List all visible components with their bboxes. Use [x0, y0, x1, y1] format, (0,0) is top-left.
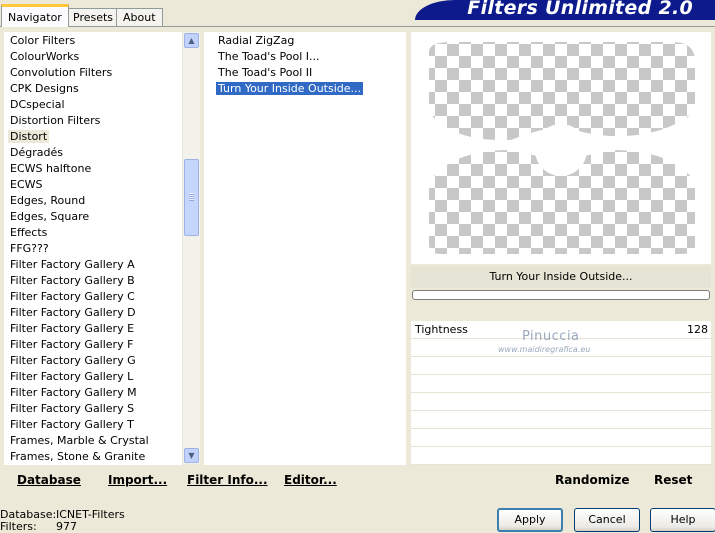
category-item[interactable]: Filter Factory Gallery L: [4, 369, 182, 385]
category-list[interactable]: Color Filters ColourWorks Convolution Filt…: [4, 32, 182, 465]
category-label: Effects: [10, 226, 48, 239]
filter-label: Radial ZigZag: [218, 34, 295, 47]
category-item[interactable]: ColourWorks: [4, 49, 182, 65]
category-item[interactable]: Frames, Stone & Granite: [4, 449, 182, 465]
filter-label: The Toad's Pool II: [218, 66, 313, 79]
category-item[interactable]: Filter Factory Gallery M: [4, 385, 182, 401]
category-item[interactable]: FFG???: [4, 241, 182, 257]
param-value[interactable]: 128: [687, 321, 708, 338]
apply-button[interactable]: Apply: [497, 508, 563, 532]
progress-bar: [412, 290, 710, 300]
param-row-empty: [411, 447, 711, 465]
category-item[interactable]: Filter Factory Gallery B: [4, 273, 182, 289]
category-label: Filter Factory Gallery G: [10, 354, 136, 367]
category-item[interactable]: Filter Factory Gallery C: [4, 289, 182, 305]
category-label: Filter Factory Gallery E: [10, 322, 135, 335]
filter-label: Turn Your Inside Outside...: [214, 81, 365, 96]
category-label: Frames, Stone & Granite: [10, 450, 146, 463]
category-item[interactable]: Filter Factory Gallery F: [4, 337, 182, 353]
category-label: Filter Factory Gallery S: [10, 402, 135, 415]
filters-count-label: Filters:: [0, 520, 37, 533]
param-row-empty: [411, 429, 711, 447]
cancel-button[interactable]: Cancel: [574, 508, 640, 532]
category-label: Filter Factory Gallery T: [10, 418, 134, 431]
tab-navigator[interactable]: Navigator: [1, 4, 69, 27]
param-label: Tightness: [415, 323, 468, 336]
scroll-down-button[interactable]: ▼: [184, 448, 199, 463]
category-label: ECWS halftone: [10, 162, 92, 175]
category-item[interactable]: Edges, Round: [4, 193, 182, 209]
filters-count-value: 977: [56, 520, 77, 533]
category-item[interactable]: Distort: [4, 129, 182, 145]
help-button[interactable]: Help: [650, 508, 715, 532]
scroll-up-button[interactable]: ▲: [184, 33, 199, 48]
import-button[interactable]: Import...: [108, 473, 167, 487]
scroll-thumb[interactable]: [184, 159, 199, 236]
category-item[interactable]: Filter Factory Gallery D: [4, 305, 182, 321]
filter-item[interactable]: Turn Your Inside Outside...: [204, 81, 406, 97]
category-label: Filter Factory Gallery M: [10, 386, 137, 399]
category-item[interactable]: Frames, Marble & Crystal: [4, 433, 182, 449]
category-item[interactable]: CPK Designs: [4, 81, 182, 97]
title-banner: Filters Unlimited 2.0: [415, 0, 715, 20]
category-label: Frames, Marble & Crystal: [10, 434, 149, 447]
category-item[interactable]: Filter Factory Gallery E: [4, 321, 182, 337]
preview-image: [411, 32, 711, 264]
category-label: Distortion Filters: [10, 114, 101, 127]
category-label: Edges, Square: [10, 210, 90, 223]
category-item[interactable]: Dégradés: [4, 145, 182, 161]
database-button[interactable]: Database: [17, 473, 81, 487]
category-item[interactable]: ECWS: [4, 177, 182, 193]
param-row-empty: [411, 393, 711, 411]
category-label: Filter Factory Gallery F: [10, 338, 134, 351]
category-label: Filter Factory Gallery L: [10, 370, 134, 383]
tab-presets[interactable]: Presets: [66, 8, 121, 26]
reset-button[interactable]: Reset: [654, 473, 692, 487]
param-row-empty: [411, 375, 711, 393]
category-label: Filter Factory Gallery A: [10, 258, 135, 271]
category-label: ColourWorks: [10, 50, 80, 63]
category-label: Color Filters: [10, 34, 76, 47]
category-item[interactable]: Distortion Filters: [4, 113, 182, 129]
category-item[interactable]: Convolution Filters: [4, 65, 182, 81]
banner-title: Filters Unlimited 2.0: [467, 0, 693, 19]
category-label: Filter Factory Gallery D: [10, 306, 136, 319]
category-item[interactable]: Filter Factory Gallery G: [4, 353, 182, 369]
watermark-name: Pinuccia: [522, 329, 580, 344]
category-label: Filter Factory Gallery B: [10, 274, 135, 287]
category-item[interactable]: Filter Factory Gallery S: [4, 401, 182, 417]
filter-info-button[interactable]: Filter Info...: [187, 473, 268, 487]
selected-filter-title: Turn Your Inside Outside...: [411, 266, 711, 288]
category-item[interactable]: Effects: [4, 225, 182, 241]
filter-item[interactable]: The Toad's Pool II: [204, 65, 406, 81]
category-item[interactable]: Filter Factory Gallery A: [4, 257, 182, 273]
category-item[interactable]: Color Filters: [4, 33, 182, 49]
category-scrollbar[interactable]: ▲ ▼: [182, 32, 200, 464]
category-item[interactable]: Edges, Square: [4, 209, 182, 225]
filter-item[interactable]: The Toad's Pool I...: [204, 49, 406, 65]
filter-list[interactable]: Radial ZigZag The Toad's Pool I... The Toa…: [204, 32, 406, 465]
category-label: Edges, Round: [10, 194, 86, 207]
category-item[interactable]: DCspecial: [4, 97, 182, 113]
category-label: CPK Designs: [10, 82, 79, 95]
tab-about[interactable]: About: [116, 8, 163, 26]
category-label: Distort: [8, 130, 50, 143]
filter-label: The Toad's Pool I...: [218, 50, 320, 63]
category-label: DCspecial: [10, 98, 65, 111]
param-row-empty: [411, 411, 711, 429]
watermark-site: www.maidiregrafica.eu: [498, 345, 591, 354]
randomize-button[interactable]: Randomize: [555, 473, 629, 487]
filter-item[interactable]: Radial ZigZag: [204, 33, 406, 49]
param-row-empty: [411, 357, 711, 375]
category-label: Dégradés: [10, 146, 63, 159]
category-label: Convolution Filters: [10, 66, 113, 79]
category-label: FFG???: [10, 242, 49, 255]
category-item[interactable]: ECWS halftone: [4, 161, 182, 177]
category-item[interactable]: Filter Factory Gallery T: [4, 417, 182, 433]
category-label: Filter Factory Gallery C: [10, 290, 135, 303]
editor-button[interactable]: Editor...: [284, 473, 337, 487]
category-label: ECWS: [10, 178, 43, 191]
